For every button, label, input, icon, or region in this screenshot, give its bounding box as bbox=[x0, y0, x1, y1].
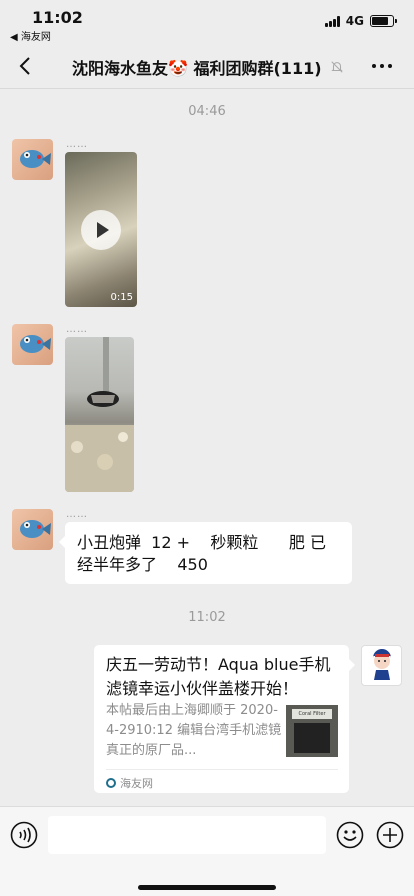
avatar[interactable] bbox=[12, 324, 53, 365]
chevron-left-icon[interactable] bbox=[14, 54, 38, 78]
bell-off-icon bbox=[330, 61, 343, 73]
avatar-fish-icon bbox=[20, 520, 51, 538]
source-name: 海友网 bbox=[120, 777, 153, 790]
network-type: 4G bbox=[345, 14, 364, 28]
voice-icon[interactable] bbox=[10, 821, 38, 849]
link-card-description: 本帖最后由上海卿顺于 2020-4-2910:12 编辑台湾手机滤镜真正的原厂品… bbox=[106, 703, 282, 758]
card-divider bbox=[106, 769, 338, 770]
signal-icon bbox=[324, 15, 340, 27]
sender-name: …… bbox=[66, 324, 88, 335]
avatar-fish-icon bbox=[20, 150, 51, 168]
nav-divider bbox=[0, 88, 414, 89]
input-bar bbox=[0, 806, 414, 896]
my-avatar[interactable] bbox=[361, 645, 402, 686]
source-logo-icon bbox=[106, 778, 116, 788]
plus-circle-icon[interactable] bbox=[376, 821, 404, 849]
back-to-app-link[interactable]: ◀ 海友网 bbox=[10, 28, 51, 43]
thumbnail-label: Coral Filter bbox=[292, 709, 332, 719]
avatar-person-icon bbox=[373, 649, 391, 680]
play-icon[interactable] bbox=[81, 209, 121, 250]
sender-name: …… bbox=[66, 139, 88, 150]
status-bar: 11:02 ◀ 海友网 4G bbox=[0, 0, 414, 44]
timestamp: 04:46 bbox=[188, 104, 226, 119]
sender-name: …… bbox=[66, 509, 88, 520]
image-message[interactable] bbox=[65, 337, 134, 492]
avatar-fish-icon bbox=[20, 335, 51, 353]
text-message-bubble[interactable]: 小丑炮弹 12 + 秒颗粒 肥 已经半年多了 450 bbox=[59, 522, 352, 584]
status-indicators: 4G bbox=[324, 14, 397, 28]
home-indicator bbox=[138, 885, 276, 890]
video-duration: 0:15 bbox=[110, 292, 133, 303]
link-card-thumbnail: Coral Filter bbox=[286, 705, 338, 757]
fish-photo bbox=[65, 337, 134, 492]
message-text: 小丑炮弹 12 + 秒颗粒 肥 已经半年多了 450 bbox=[77, 533, 326, 574]
link-card-source: 海友网 bbox=[106, 775, 153, 791]
nav-bar: 沈阳海水鱼友🤡 福利团购群(111) bbox=[0, 44, 414, 88]
chat-title: 沈阳海水鱼友🤡 福利团购群(111) bbox=[72, 55, 344, 79]
more-icon[interactable] bbox=[372, 64, 392, 68]
emoji-icon[interactable] bbox=[336, 821, 364, 849]
link-card-title: 庆五一劳动节！Aqua blue手机滤镜幸运小伙伴盖楼开始！ bbox=[106, 655, 331, 698]
avatar[interactable] bbox=[12, 509, 53, 550]
link-card[interactable]: 庆五一劳动节！Aqua blue手机滤镜幸运小伙伴盖楼开始！ 本帖最后由上海卿顺… bbox=[94, 645, 355, 793]
timestamp: 11:02 bbox=[188, 610, 226, 625]
battery-icon bbox=[370, 15, 397, 27]
status-time: 11:02 bbox=[32, 8, 83, 27]
avatar[interactable] bbox=[12, 139, 53, 180]
message-input[interactable] bbox=[48, 816, 326, 854]
chat-title-text: 沈阳海水鱼友🤡 福利团购群(111) bbox=[72, 59, 322, 78]
video-message[interactable]: 0:15 bbox=[65, 152, 137, 307]
